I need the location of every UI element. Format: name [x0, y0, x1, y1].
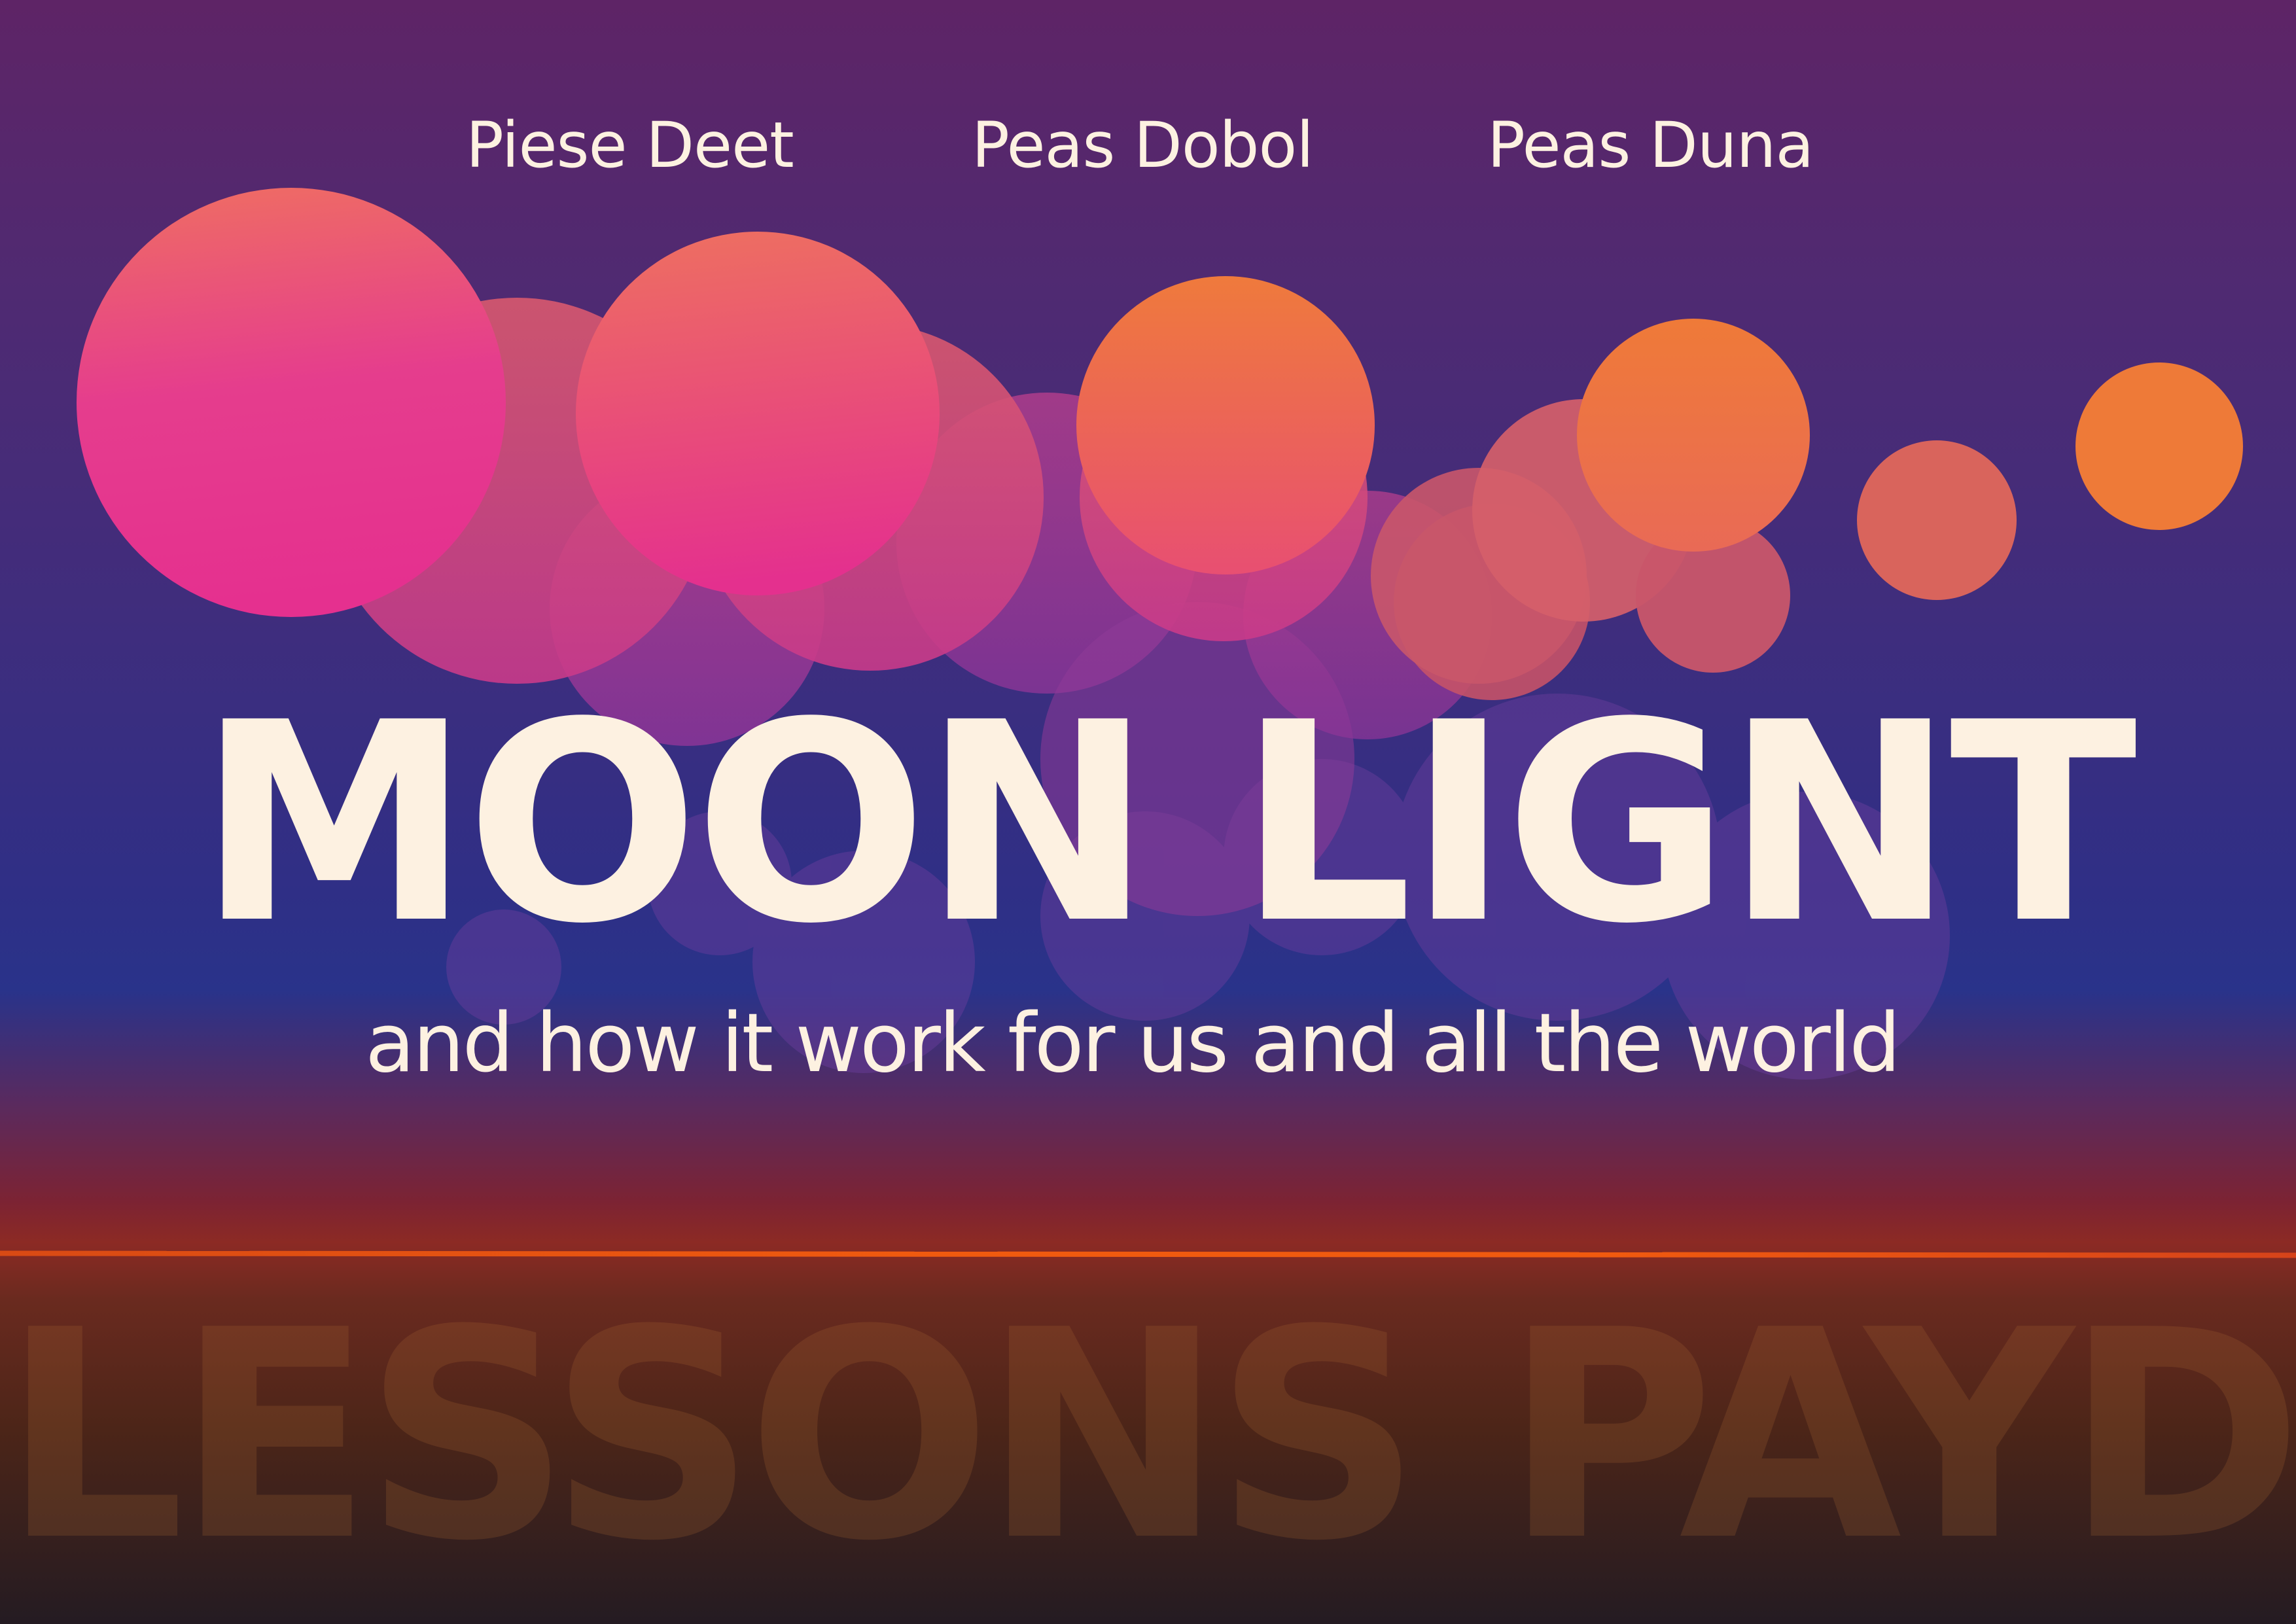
poster-subtitle: and how it work for us and all the world — [365, 997, 1901, 1091]
front-bubble — [576, 232, 940, 595]
front-bubble — [77, 188, 506, 617]
background-watermark: LESSONS PAYD — [1, 1269, 2296, 1604]
author-name: Piese Deet — [466, 109, 794, 182]
front-bubble — [1577, 319, 1810, 552]
poster: Piese Deet Peas Dobol Peas Duna MOON LIG… — [0, 0, 2296, 1624]
poster-title: MOON LIGNT — [197, 664, 2137, 984]
front-bubble — [1857, 440, 2017, 600]
front-bubble — [1076, 276, 1375, 574]
author-name: Peas Dobol — [972, 109, 1314, 182]
front-bubble — [2075, 362, 2243, 530]
front-bubbles — [77, 188, 2243, 617]
author-name: Peas Duna — [1487, 109, 1814, 182]
